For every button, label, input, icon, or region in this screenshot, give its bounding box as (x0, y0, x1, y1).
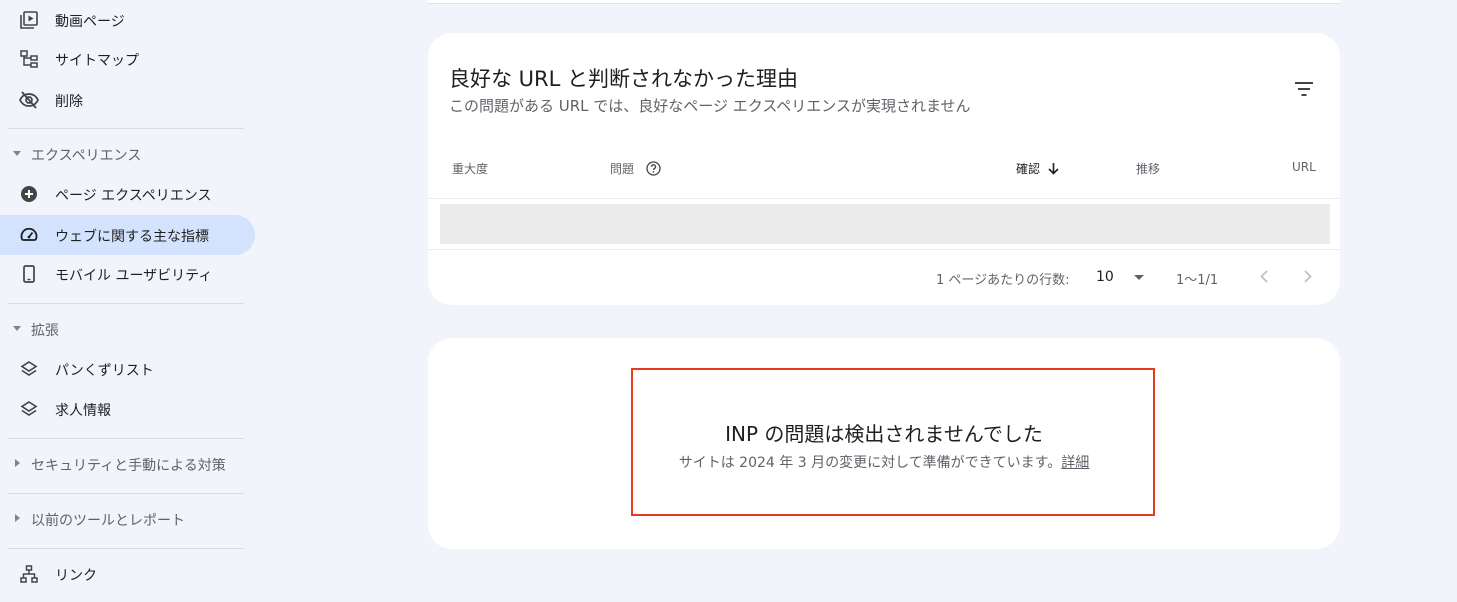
sidebar-item-label: リンク (55, 568, 97, 584)
sidebar-item-label: ウェブに関する主な指標 (55, 229, 209, 245)
pagination-range: 1〜1/1 (1176, 273, 1219, 288)
sidebar-item-video-pages[interactable]: 動画ページ (0, 0, 255, 40)
column-header-url[interactable]: URL (1292, 160, 1316, 174)
caret-right-icon (12, 511, 22, 525)
section-header-label: 拡張 (31, 323, 59, 339)
network-icon (19, 564, 39, 584)
issues-card: 良好な URL と判断されなかった理由 この問題がある URL では、良好なペー… (428, 33, 1340, 305)
sidebar-divider (8, 128, 244, 129)
sidebar-divider (8, 303, 244, 304)
layers-icon (19, 359, 39, 379)
rows-per-page-label: 1 ページあたりの行数: (936, 273, 1070, 288)
help-icon[interactable] (646, 161, 661, 176)
sidebar-item-core-web-vitals[interactable]: ウェブに関する主な指標 (0, 215, 255, 255)
sidebar-item-label: パンくずリスト (55, 363, 154, 379)
table-divider (428, 249, 1340, 250)
layers-icon (19, 399, 39, 419)
sidebar-item-links[interactable]: リンク (0, 554, 255, 594)
rows-per-page-select[interactable]: 10 (1096, 269, 1144, 285)
sidebar-item-page-experience[interactable]: ページ エクスペリエンス (0, 174, 255, 214)
sidebar-divider (8, 438, 244, 439)
section-enhancements[interactable]: 拡張 (0, 315, 244, 343)
rows-per-page-value: 10 (1096, 269, 1114, 285)
sidebar-item-label: モバイル ユーザビリティ (55, 268, 213, 284)
chevron-right-icon (1304, 269, 1312, 283)
column-header-severity[interactable]: 重大度 (452, 160, 488, 177)
sidebar-item-breadcrumbs[interactable]: パンくずリスト (0, 349, 255, 389)
sidebar: 動画ページ サイトマップ 削除 エクスペリエンス ページ エクスペリエンス ウェ… (0, 0, 262, 602)
column-header-trend[interactable]: 推移 (1136, 160, 1160, 177)
arrow-down-icon (1048, 162, 1059, 175)
phone-icon (19, 264, 39, 284)
column-header-label: 確認 (1016, 162, 1041, 176)
section-experience[interactable]: エクスペリエンス (0, 140, 244, 168)
section-header-label: 以前のツールとレポート (31, 513, 185, 529)
speedometer-icon (19, 225, 39, 245)
section-header-label: エクスペリエンス (31, 148, 142, 164)
caret-right-icon (12, 456, 22, 470)
sidebar-item-label: 動画ページ (55, 14, 125, 30)
chevron-left-icon (1260, 269, 1268, 283)
sidebar-divider (8, 493, 244, 494)
sitemap-icon (19, 49, 39, 69)
sidebar-item-label: 削除 (55, 94, 83, 110)
sidebar-item-mobile-usability[interactable]: モバイル ユーザビリティ (0, 254, 255, 294)
prev-page-button[interactable] (1252, 264, 1276, 288)
card-title: 良好な URL と判断されなかった理由 (449, 67, 799, 91)
sidebar-item-label: ページ エクスペリエンス (55, 188, 212, 204)
column-header-issue[interactable]: 問題 (610, 160, 661, 177)
sidebar-item-removals[interactable]: 削除 (0, 80, 255, 120)
sidebar-item-sitemap[interactable]: サイトマップ (0, 39, 255, 79)
filter-button[interactable] (1290, 75, 1318, 103)
plus-circle-icon (19, 184, 39, 204)
eye-off-icon (19, 90, 39, 110)
column-header-validation[interactable]: 確認 (1016, 160, 1059, 177)
highlight-box (631, 368, 1155, 516)
caret-down-icon (12, 146, 22, 160)
next-page-button[interactable] (1296, 264, 1320, 288)
sidebar-item-label: 求人情報 (55, 403, 111, 419)
table-row-placeholder (440, 204, 1330, 244)
sidebar-divider (8, 548, 244, 549)
card-subtitle: この問題がある URL では、良好なページ エクスペリエンスが実現されません (449, 97, 971, 115)
sidebar-item-job-postings[interactable]: 求人情報 (0, 389, 255, 429)
sidebar-item-label: サイトマップ (55, 53, 139, 69)
table-divider (428, 198, 1340, 199)
section-header-label: セキュリティと手動による対策 (31, 458, 226, 474)
caret-down-icon (12, 321, 22, 335)
caret-down-icon (1133, 274, 1144, 280)
video-page-icon (19, 10, 39, 30)
column-header-label: 問題 (610, 162, 635, 176)
previous-card-bottom (428, 0, 1340, 4)
filter-icon (1295, 82, 1313, 96)
section-security[interactable]: セキュリティと手動による対策 (0, 450, 244, 478)
section-legacy-tools[interactable]: 以前のツールとレポート (0, 505, 244, 533)
